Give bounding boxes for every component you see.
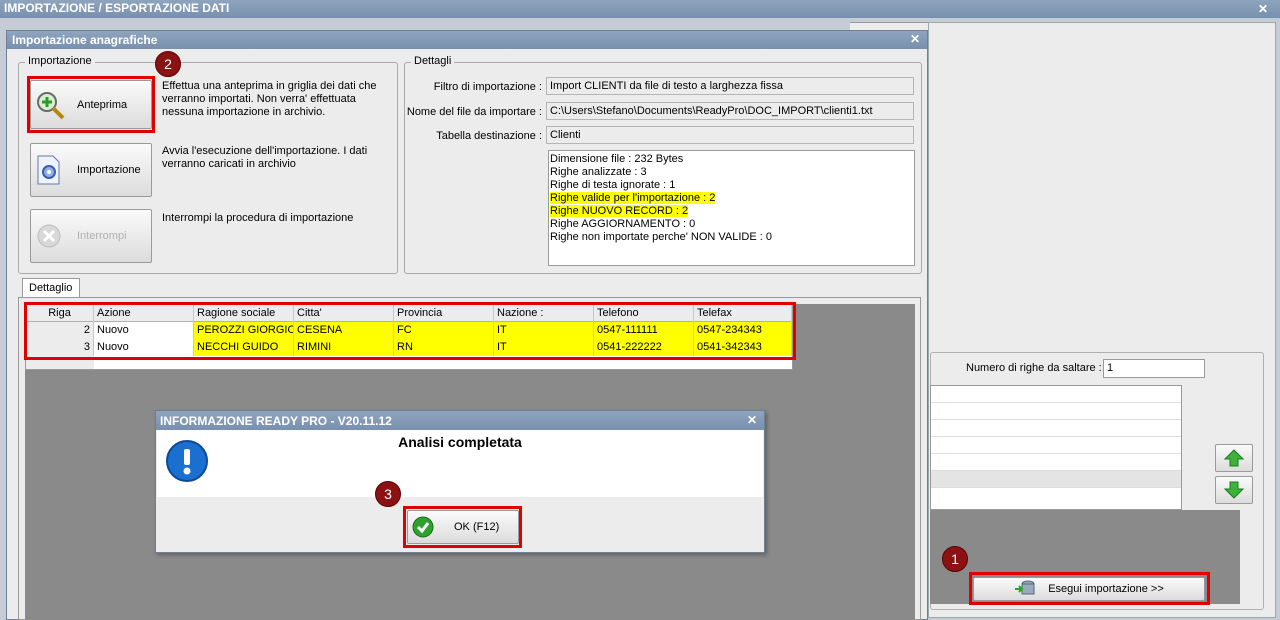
- summary-line-highlighted: Righe NUOVO RECORD : 2: [550, 205, 689, 217]
- outer-window-title: IMPORTAZIONE / ESPORTAZIONE DATI: [4, 1, 230, 15]
- annotation-badge-1: 1: [942, 546, 968, 572]
- filter-field: Import CLIENTI da file di testo a larghe…: [546, 77, 914, 95]
- summary-box: Dimensione file : 232 Bytes Righe analiz…: [548, 150, 915, 266]
- right-list[interactable]: [930, 385, 1182, 510]
- dialog-close-icon[interactable]: ✕: [910, 32, 920, 46]
- summary-line: Righe analizzate : 3: [550, 166, 647, 178]
- tab-dettaglio[interactable]: Dettaglio: [22, 278, 80, 298]
- annotation-badge-2: 2: [155, 51, 181, 77]
- stop-icon: [37, 224, 61, 248]
- file-label: Nome del file da importare :: [406, 106, 542, 118]
- dialog-title-bar: Importazione anagrafiche: [7, 31, 927, 49]
- details-group-legend: Dettagli: [411, 55, 455, 67]
- preview-description: Effettua una anteprima in griglia dei da…: [162, 80, 377, 118]
- move-up-button[interactable]: [1215, 444, 1253, 472]
- message-title: INFORMAZIONE READY PRO - V20.11.12: [160, 414, 392, 428]
- message-text: Analisi completata: [398, 434, 522, 450]
- stop-label: Interrompi: [77, 230, 127, 242]
- annotation-box-grid: [24, 302, 796, 360]
- rows-to-skip-input[interactable]: 1: [1103, 359, 1205, 378]
- summary-line: Righe di testa ignorate : 1: [550, 179, 676, 191]
- annotation-box-3: [403, 506, 522, 548]
- summary-line: Dimensione file : 232 Bytes: [550, 153, 684, 165]
- summary-line: Righe AGGIORNAMENTO : 0: [550, 218, 696, 230]
- message-close-icon[interactable]: ✕: [747, 413, 757, 427]
- annotation-box-1: [969, 572, 1210, 605]
- import-label: Importazione: [77, 164, 141, 176]
- rows-to-skip-label: Numero di righe da saltare :: [966, 362, 1102, 374]
- move-down-button[interactable]: [1215, 476, 1253, 504]
- import-group-legend: Importazione: [25, 55, 95, 67]
- import-description: Avvia l'esecuzione dell'importazione. I …: [162, 145, 368, 170]
- file-field: C:\Users\Stefano\Documents\ReadyPro\DOC_…: [546, 102, 914, 120]
- outer-close-icon[interactable]: ✕: [1258, 2, 1268, 16]
- import-button[interactable]: Importazione: [30, 143, 152, 197]
- filter-label: Filtro di importazione :: [433, 81, 542, 93]
- arrow-up-icon: [1224, 449, 1244, 467]
- arrow-down-icon: [1224, 481, 1244, 499]
- stop-description: Interrompi la procedura di importazione: [162, 212, 354, 224]
- message-title-bar: INFORMAZIONE READY PRO - V20.11.12: [156, 411, 764, 430]
- stop-button[interactable]: Interrompi: [30, 209, 152, 263]
- summary-line-highlighted: Righe valide per l'importazione : 2: [550, 192, 716, 204]
- dialog-title: Importazione anagrafiche: [12, 33, 158, 47]
- summary-line: Righe non importate perche' NON VALIDE :…: [550, 231, 773, 243]
- outer-title-bar: IMPORTAZIONE / ESPORTAZIONE DATI: [0, 0, 1280, 18]
- document-gear-icon: [37, 155, 60, 185]
- table-field: Clienti: [546, 126, 914, 144]
- tab-dettaglio-label: Dettaglio: [29, 282, 73, 294]
- table-label: Tabella destinazione :: [436, 130, 542, 142]
- annotation-badge-3: 3: [375, 481, 401, 507]
- annotation-box-2: [27, 76, 155, 133]
